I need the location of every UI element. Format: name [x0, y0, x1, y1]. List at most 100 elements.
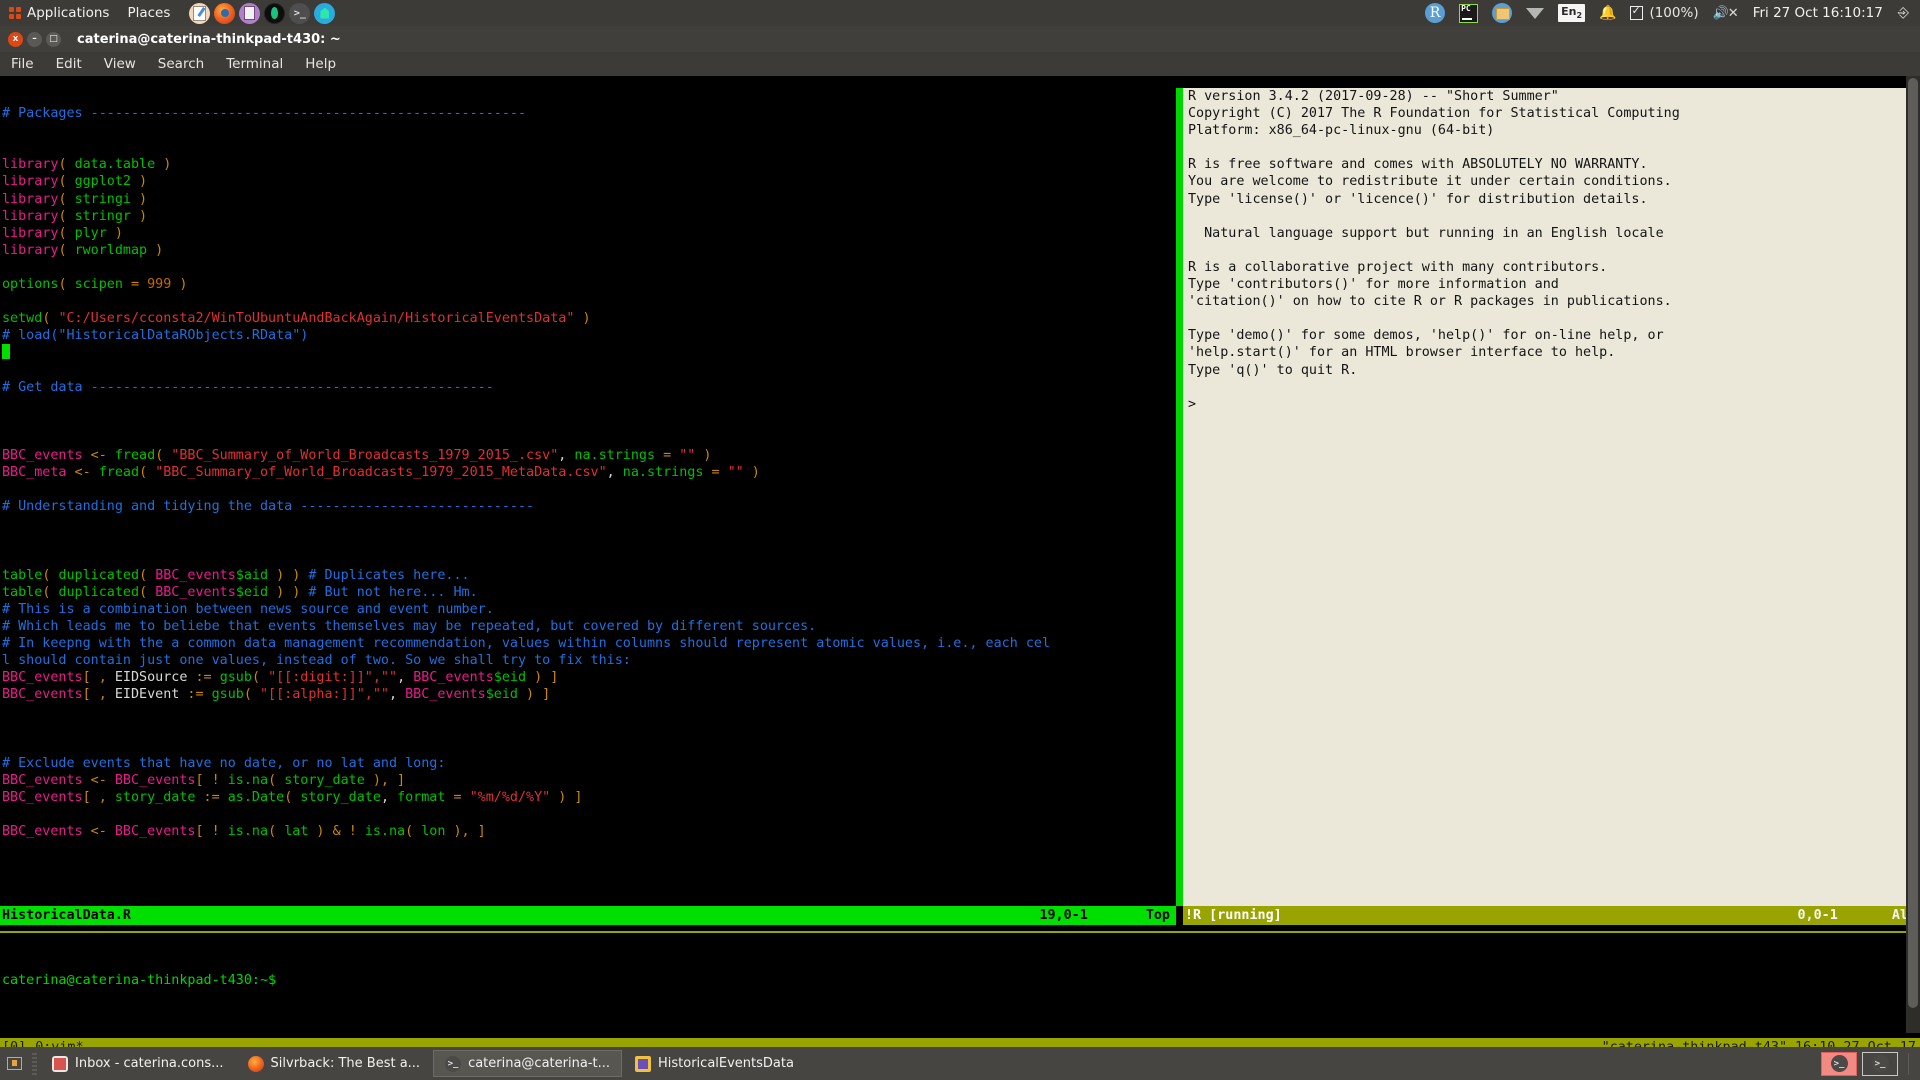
vim-scroll-position: Top: [1145, 907, 1170, 923]
code-token: fread: [114, 447, 156, 463]
taskbar-right-divider: [1908, 1052, 1909, 1075]
r-console-pane[interactable]: R version 3.4.2 (2017-09-28) -- "Short S…: [1183, 88, 1920, 906]
wifi-icon[interactable]: [1519, 0, 1551, 26]
menu-terminal[interactable]: Terminal: [215, 56, 294, 72]
volume-muted-icon[interactable]: 🔊✕: [1706, 0, 1745, 26]
terminal-content[interactable]: # Packages -----------------------------…: [0, 76, 1920, 1057]
code-token: "": [727, 465, 744, 481]
r-studio-icon[interactable]: R: [1418, 0, 1452, 26]
vim-line: library( ggplot2 ): [0, 173, 1176, 190]
workspace-1[interactable]: >_: [1821, 1051, 1857, 1076]
code-token: $eid: [485, 687, 518, 703]
code-token: ): [574, 311, 591, 327]
code-token: library: [2, 242, 59, 258]
code-token: EIDEvent: [114, 687, 180, 703]
menu-view[interactable]: View: [93, 56, 147, 72]
window-titlebar: x – □ caterina@caterina-thinkpad-t430: ~: [0, 26, 1920, 52]
vim-line: [0, 413, 1176, 430]
code-token: options: [2, 277, 59, 293]
r-console-line: [1188, 242, 1920, 259]
code-token: (: [58, 242, 75, 258]
clock-label[interactable]: Fri 27 Oct 16:10:17: [1745, 0, 1891, 26]
maximize-icon[interactable]: □: [46, 31, 61, 47]
power-menu-icon[interactable]: ⎆: [1891, 0, 1916, 26]
menu-help[interactable]: Help: [294, 56, 347, 72]
code-token: (: [139, 465, 156, 481]
code-token: ) ]: [518, 687, 551, 703]
r-console-line: Type 'demo()' for some demos, 'help()' f…: [1188, 328, 1664, 344]
code-token: BBC_events: [2, 789, 83, 805]
pycharm-icon[interactable]: [1452, 0, 1485, 26]
package-box-icon[interactable]: [1485, 0, 1519, 26]
vim-line: [0, 430, 1176, 447]
menu-edit[interactable]: Edit: [45, 56, 93, 72]
code-token: stringi: [74, 191, 131, 207]
workspace-2[interactable]: >_: [1862, 1051, 1898, 1076]
code-token: # Exclude events that have no date, or n…: [2, 755, 446, 771]
code-token: ): [171, 277, 188, 293]
r-console-line: Type 'license()' or 'licence()' for dist…: [1188, 191, 1648, 207]
code-token: data.table: [74, 157, 156, 173]
document-viewer-icon[interactable]: [239, 2, 261, 24]
minimize-icon[interactable]: –: [27, 31, 42, 47]
battery-indicator[interactable]: (100%): [1623, 0, 1705, 26]
close-icon[interactable]: x: [8, 31, 23, 47]
vim-line: options( scipen = 999 ): [0, 276, 1176, 293]
taskbar-task[interactable]: >_ caterina@caterina-t...: [433, 1050, 622, 1077]
r-console-line: [1188, 310, 1920, 327]
r-status-line: !R [running] 0,0-1 All: [1183, 906, 1920, 925]
show-desktop-icon[interactable]: [0, 1047, 28, 1080]
code-token: !: [348, 824, 365, 840]
menu-search[interactable]: Search: [147, 56, 215, 72]
r-console-line: Type 'contributors()' for more informati…: [1188, 277, 1559, 293]
code-token: BBC_events: [114, 772, 196, 788]
code-token: BBC_events: [155, 567, 236, 583]
code-token: is.na: [227, 824, 269, 840]
vim-line: library( plyr ): [0, 225, 1176, 242]
firefox-icon[interactable]: [214, 2, 236, 24]
r-cursor-position: 0,0-1: [1797, 907, 1838, 923]
vim-line: [0, 122, 1176, 139]
code-token: (: [155, 447, 172, 463]
vim-line: # Get data -----------------------------…: [0, 379, 1176, 396]
notification-bell-icon[interactable]: 🔔: [1592, 0, 1623, 26]
vim-filename: HistoricalData.R: [2, 907, 131, 923]
software-updater-icon[interactable]: [314, 2, 336, 24]
taskbar-task[interactable]: Silvrback: The Best a...: [237, 1050, 432, 1077]
vim-line: [0, 720, 1176, 737]
vim-editor-pane[interactable]: # Packages -----------------------------…: [0, 88, 1176, 906]
code-token: (: [58, 191, 75, 207]
taskbar-task[interactable]: HistoricalEventsData: [624, 1050, 805, 1077]
r-console-line: 'help.start()' for an HTML browser inter…: [1188, 345, 1616, 361]
code-token: BBC_events: [413, 670, 494, 686]
code-token: gsub: [219, 670, 252, 686]
shell-pane[interactable]: caterina@caterina-thinkpad-t430:~$: [0, 938, 1920, 1038]
code-token: (: [58, 174, 75, 190]
keyboard-layout-icon[interactable]: En2: [1551, 0, 1592, 26]
code-token: [ ,: [82, 789, 115, 805]
panel-launchers: >_: [179, 2, 336, 24]
code-token: library: [2, 225, 59, 241]
menu-file[interactable]: File: [0, 56, 45, 72]
code-token: <-: [82, 824, 115, 840]
gedit-icon[interactable]: [189, 2, 211, 24]
taskbar-task[interactable]: Inbox - caterina.cons...: [41, 1050, 235, 1077]
vim-line: [0, 344, 1176, 361]
code-token: gsub: [211, 687, 244, 703]
code-token: lat: [284, 824, 309, 840]
applications-menu[interactable]: Applications: [0, 0, 118, 26]
code-token: BBC_events: [2, 670, 83, 686]
terminal-icon[interactable]: >_: [289, 2, 311, 24]
vim-line: table( duplicated( BBC_events$aid ) ) # …: [0, 567, 1176, 584]
vim-line: l should contain just one values, instea…: [0, 652, 1176, 669]
taskbar-task-label: Silvrback: The Best a...: [270, 1056, 421, 1071]
code-token: (: [58, 208, 75, 224]
places-menu[interactable]: Places: [118, 0, 179, 26]
r-console-line: R version 3.4.2 (2017-09-28) -- "Short S…: [1188, 89, 1559, 104]
code-token: story_date: [300, 789, 381, 805]
code-token: :=: [195, 789, 228, 805]
terminal-scrollbar[interactable]: [1906, 76, 1920, 1033]
code-token: # Understanding and tidying the data ---…: [2, 499, 535, 515]
inkscape-icon[interactable]: [264, 2, 286, 24]
scrollbar-thumb[interactable]: [1908, 78, 1918, 1008]
